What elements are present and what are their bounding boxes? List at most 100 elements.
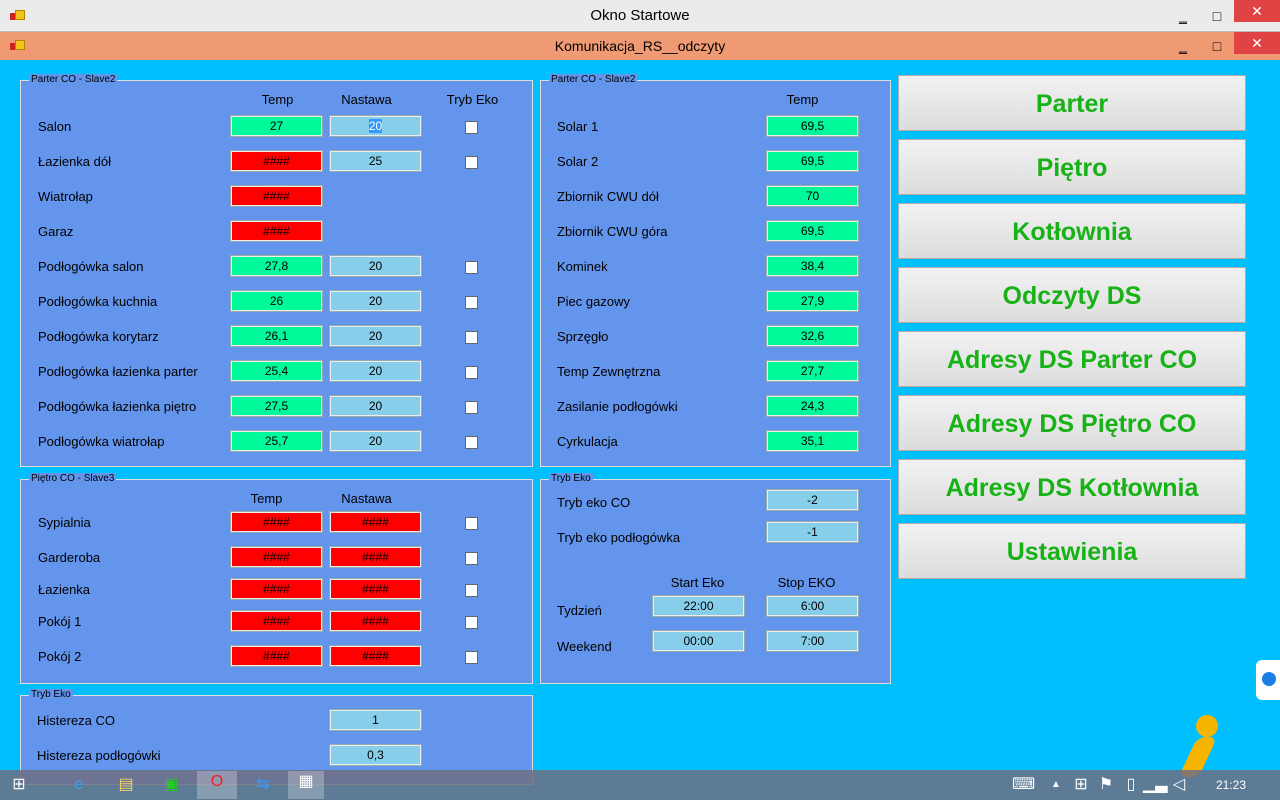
nastawa-field[interactable]: 20 (329, 290, 422, 312)
teamviewer-taskbar-icon[interactable]: ⇆ (252, 774, 274, 796)
temp-field[interactable]: 32,6 (766, 325, 859, 347)
tydzien-start-field[interactable]: 22:00 (652, 595, 745, 617)
nastawa-field[interactable]: #### (329, 610, 422, 632)
histereza-field[interactable]: 0,3 (329, 744, 422, 766)
clock[interactable]: 21:23 (1216, 778, 1246, 792)
temp-field[interactable]: 25,7 (230, 430, 323, 452)
nav-button-piętro[interactable]: Piętro (898, 139, 1246, 195)
nastawa-field[interactable]: 20 (329, 430, 422, 452)
windows-start-icon[interactable]: ⊞ (8, 774, 30, 796)
temp-field[interactable]: 24,3 (766, 395, 859, 417)
maximize-button[interactable]: □ (1200, 2, 1234, 30)
temp-field[interactable]: #### (230, 185, 323, 207)
battery-icon[interactable]: ▯ (1120, 774, 1142, 796)
temp-field[interactable]: 26 (230, 290, 323, 312)
nastawa-field[interactable]: 25 (329, 150, 422, 172)
nav-button-kotłownia[interactable]: Kotłownia (898, 203, 1246, 259)
nav-button-adresy-ds-piętro-co[interactable]: Adresy DS Piętro CO (898, 395, 1246, 451)
nastawa-field[interactable]: #### (329, 546, 422, 568)
row-label: Cyrkulacja (557, 434, 618, 449)
close-button[interactable]: ✕ (1234, 0, 1280, 22)
tryb-eko-checkbox[interactable] (465, 331, 478, 344)
nastawa-field[interactable]: 20 (329, 255, 422, 277)
keyboard-icon[interactable]: ⌨ (1012, 774, 1035, 796)
tryb-eko-checkbox[interactable] (465, 156, 478, 169)
row-label: Łazienka dół (38, 154, 111, 169)
app-taskbar-icon[interactable]: ▦ (288, 771, 324, 799)
nav-button-ustawienia[interactable]: Ustawienia (898, 523, 1246, 579)
child-minimize-button[interactable]: ‗ (1166, 32, 1200, 60)
nastawa-field[interactable]: 20 (329, 115, 422, 137)
windows-icon[interactable]: ⊞ (1070, 774, 1092, 796)
teamviewer-tab[interactable] (1256, 660, 1280, 700)
tryb-eko-checkbox[interactable] (465, 261, 478, 274)
temp-field[interactable]: 27,5 (230, 395, 323, 417)
nav-button-odczyty-ds[interactable]: Odczyty DS (898, 267, 1246, 323)
tryb-eko-checkbox[interactable] (465, 401, 478, 414)
nastawa-field[interactable]: #### (329, 645, 422, 667)
row-label: Sprzęgło (557, 329, 609, 344)
nav-button-adresy-ds-kotłownia[interactable]: Adresy DS Kotłownia (898, 459, 1246, 515)
nav-button-adresy-ds-parter-co[interactable]: Adresy DS Parter CO (898, 331, 1246, 387)
temp-field[interactable]: #### (230, 220, 323, 242)
tryb-eko-checkbox[interactable] (465, 121, 478, 134)
tryb-eko-checkbox[interactable] (465, 296, 478, 309)
minimize-button[interactable]: ‗ (1166, 2, 1200, 30)
temp-field[interactable]: 35,1 (766, 430, 859, 452)
temp-field[interactable]: 38,4 (766, 255, 859, 277)
tryb-eko-checkbox[interactable] (465, 366, 478, 379)
temp-field[interactable]: #### (230, 546, 323, 568)
tryb-eko-co-field[interactable]: -2 (766, 489, 859, 511)
temp-field[interactable]: 27,7 (766, 360, 859, 382)
temp-field[interactable]: #### (230, 578, 323, 600)
temp-field[interactable]: 27 (230, 115, 323, 137)
flag-icon[interactable]: ⚑ (1095, 774, 1117, 796)
temp-field[interactable]: #### (230, 610, 323, 632)
internet-explorer-icon[interactable]: e (68, 774, 90, 796)
nastawa-field[interactable]: 20 (329, 325, 422, 347)
temp-field[interactable]: 26,1 (230, 325, 323, 347)
temp-field[interactable]: 27,8 (230, 255, 323, 277)
file-explorer-icon[interactable]: ▤ (115, 774, 137, 796)
temp-field[interactable]: 25,4 (230, 360, 323, 382)
nastawa-field[interactable]: 20 (329, 360, 422, 382)
weekend-stop-field[interactable]: 7:00 (766, 630, 859, 652)
weekend-start-field[interactable]: 00:00 (652, 630, 745, 652)
row-label: Wiatrołap (38, 189, 93, 204)
nastawa-field[interactable]: 20 (329, 395, 422, 417)
row-label: Solar 1 (557, 119, 599, 134)
signal-icon[interactable]: ▁▃ (1143, 774, 1168, 796)
tydzien-stop-field[interactable]: 6:00 (766, 595, 859, 617)
tryb-eko-checkbox[interactable] (465, 616, 478, 629)
group-legend: Parter CO - Slave2 (549, 74, 638, 85)
temp-field[interactable]: 27,9 (766, 290, 859, 312)
child-maximize-button[interactable]: □ (1200, 32, 1234, 60)
temp-field[interactable]: #### (230, 511, 323, 533)
tryb-eko-podlogowka-field[interactable]: -1 (766, 521, 859, 543)
nastawa-field[interactable]: #### (329, 578, 422, 600)
row-label: Histereza podłogówki (37, 748, 161, 763)
temp-field[interactable]: 69,5 (766, 115, 859, 137)
temp-field[interactable]: 69,5 (766, 220, 859, 242)
group-legend: Piętro CO - Slave3 (29, 473, 117, 484)
tryb-eko-checkbox[interactable] (465, 552, 478, 565)
temp-field[interactable]: 70 (766, 185, 859, 207)
histereza-field[interactable]: 1 (329, 709, 422, 731)
tryb-eko-checkbox[interactable] (465, 517, 478, 530)
show-hidden-icons[interactable]: ▲ (1045, 774, 1067, 796)
child-title-bar: Komunikacja_RS__odczyty ‗ □ ✕ (0, 32, 1280, 60)
tryb-eko-checkbox[interactable] (465, 651, 478, 664)
excel-icon[interactable]: ▣ (160, 774, 182, 796)
nastawa-field[interactable]: #### (329, 511, 422, 533)
temp-field[interactable]: 69,5 (766, 150, 859, 172)
tryb-eko-checkbox[interactable] (465, 436, 478, 449)
temp-header: Temp (261, 92, 294, 107)
child-close-button[interactable]: ✕ (1234, 32, 1280, 54)
volume-icon[interactable]: ◁ (1168, 774, 1190, 796)
opera-icon[interactable]: O (197, 771, 237, 799)
tryb-eko-checkbox[interactable] (465, 584, 478, 597)
temp-field[interactable]: #### (230, 645, 323, 667)
temp-field[interactable]: #### (230, 150, 323, 172)
nav-button-parter[interactable]: Parter (898, 75, 1246, 131)
window-title: Okno Startowe (590, 7, 690, 24)
